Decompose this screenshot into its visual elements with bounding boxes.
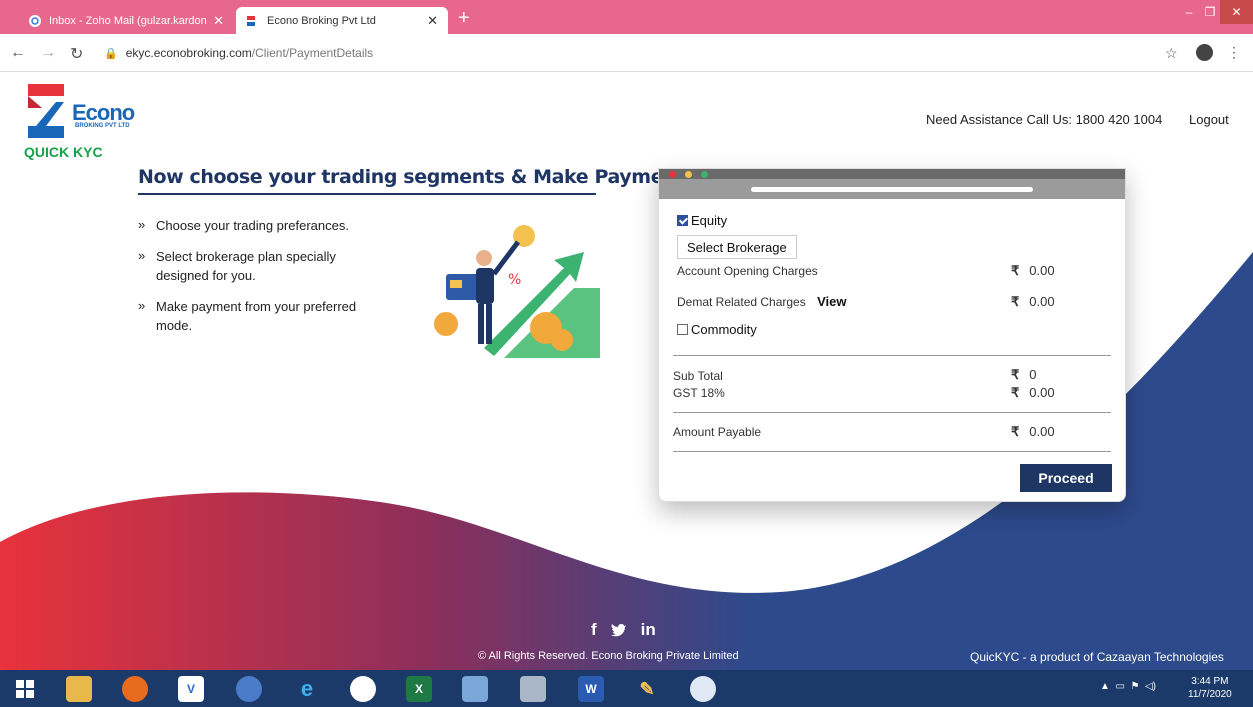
calculator-icon[interactable] (520, 676, 546, 702)
new-tab-button[interactable]: + (458, 8, 470, 28)
back-arrow-icon[interactable]: ← (10, 44, 26, 62)
equity-label: Equity (691, 213, 728, 228)
linkedin-icon[interactable]: in (641, 620, 656, 640)
list-item: » Select brokerage plan specially designe… (138, 248, 336, 283)
chrome-icon[interactable] (236, 676, 262, 702)
clock-date: 11/7/2020 (1188, 689, 1232, 700)
menu-kebab-icon[interactable]: ⋮ (1227, 44, 1241, 61)
assistance-phone: Need Assistance Call Us: 1800 420 1004 (926, 112, 1163, 127)
account-opening-label: Account Opening Charges (677, 264, 818, 278)
clock-time: 3:44 PM (1191, 676, 1229, 687)
maximize-icon[interactable]: ❐ (1200, 0, 1220, 24)
demat-value: ₹0.00 (1011, 294, 1055, 309)
internet-explorer-icon[interactable]: e (294, 676, 320, 702)
subtotal-value: ₹0 (1011, 367, 1037, 382)
reload-icon[interactable]: ↻ (70, 44, 83, 64)
select-brokerage-button[interactable]: Select Brokerage (677, 235, 797, 259)
amount-payable-label: Amount Payable (673, 425, 762, 439)
twitter-icon[interactable] (610, 622, 627, 638)
quick-kyc-label: QUICK KYC (24, 144, 103, 160)
card-window-bar (659, 169, 1125, 179)
amount-payable-value: ₹0.00 (1011, 424, 1055, 439)
snipping-tool-icon[interactable] (462, 676, 488, 702)
logout-link[interactable]: Logout (1189, 112, 1229, 127)
footer-copyright: © All Rights Reserved. Econo Broking Pri… (478, 650, 739, 662)
lock-icon: 🔒 (104, 47, 118, 60)
word-icon[interactable]: W (578, 676, 604, 702)
close-icon[interactable]: ✕ (427, 13, 438, 29)
browser-tab-bar: Inbox - Zoho Mail (gulzar.kardon ✕ Econo… (0, 0, 1253, 34)
econo-logo[interactable]: Econo BROKING PVT LTD QUICK KYC (24, 82, 135, 162)
facebook-icon[interactable]: f (591, 620, 597, 640)
file-explorer-icon[interactable] (66, 676, 92, 702)
vpn-client-icon[interactable] (690, 676, 716, 702)
tab-title: Inbox - Zoho Mail (gulzar.kardon (49, 14, 207, 27)
windows-start-icon[interactable] (16, 680, 34, 698)
url-path: /Client/PaymentDetails (251, 46, 374, 60)
zoho-mail-icon (29, 14, 41, 27)
equity-checkbox-row[interactable]: Equity (677, 213, 727, 228)
minimize-icon[interactable]: ‒ (1178, 0, 1200, 24)
excel-icon[interactable]: X (406, 676, 432, 702)
footer-brand: QuicKYC - a product of Cazaayan Technolo… (970, 650, 1224, 664)
gst-label: GST 18% (673, 386, 725, 400)
demat-label: Demat Related Charges (677, 295, 806, 309)
profile-avatar-icon[interactable] (1196, 44, 1213, 61)
divider (673, 355, 1111, 356)
title-underline (138, 193, 596, 195)
window-dot-green (701, 171, 708, 178)
logo-subtext: BROKING PVT LTD (75, 123, 130, 129)
url-field[interactable]: 🔒 ekyc.econobroking.com/Client/PaymentDe… (104, 42, 1214, 64)
window-close-icon[interactable]: ✕ (1220, 0, 1253, 24)
social-links: f in (591, 620, 656, 640)
tab-econo-broking[interactable]: Econo Broking Pvt Ltd ✕ (236, 7, 448, 34)
divider (673, 451, 1111, 452)
svg-text:%: % (508, 272, 521, 288)
address-bar: ← → ↻ 🔒 ekyc.econobroking.com/Client/Pay… (0, 34, 1253, 72)
url-host: ekyc.econobroking.com (125, 46, 252, 60)
gst-value: ₹0.00 (1011, 385, 1055, 400)
logo-mark-icon (28, 84, 64, 138)
payment-card: Equity Select Brokerage Account Opening … (658, 168, 1126, 502)
chevron-double-right-icon: » (138, 298, 146, 313)
zoho-mail-taskbar-icon[interactable] (350, 676, 376, 702)
paint-icon[interactable]: ✎ (634, 676, 660, 702)
demat-charges-row: Demat Related Charges View (677, 294, 846, 309)
commodity-checkbox-row[interactable]: Commodity (677, 322, 757, 337)
page-content: Econo BROKING PVT LTD QUICK KYC Need Ass… (0, 72, 1253, 670)
tab-zoho-mail[interactable]: Inbox - Zoho Mail (gulzar.kardon ✕ (18, 7, 234, 34)
windows-taskbar: V e X W ✎ ▲ ▭ ⚑ ◁) 3:44 PM 11/7/2020 (0, 670, 1253, 707)
account-opening-value: ₹0.00 (1011, 263, 1055, 278)
firefox-icon[interactable] (122, 676, 148, 702)
vnc-icon[interactable]: V (178, 676, 204, 702)
tab-title: Econo Broking Pvt Ltd (267, 14, 376, 27)
forward-arrow-icon[interactable]: → (40, 44, 56, 62)
investor-illustration: % (434, 225, 600, 358)
close-icon[interactable]: ✕ (213, 13, 224, 29)
divider (673, 412, 1111, 413)
window-dot-red (669, 171, 676, 178)
page-title: Now choose your trading segments & Make … (138, 166, 685, 188)
list-item: » Make payment from your preferred mode. (138, 298, 357, 333)
econo-favicon-icon (247, 15, 255, 26)
equity-checkbox[interactable] (677, 215, 688, 226)
proceed-button[interactable]: Proceed (1020, 464, 1112, 492)
taskbar-clock[interactable]: 3:44 PM 11/7/2020 (1188, 675, 1232, 701)
chevron-double-right-icon: » (138, 248, 146, 263)
system-tray[interactable]: ▲ ▭ ⚑ ◁) (1100, 681, 1156, 692)
bookmark-star-icon[interactable]: ☆ (1165, 45, 1178, 62)
list-item: » Choose your trading preferances. (138, 217, 349, 233)
steps-list: » Choose your trading preferances. » Selec… (138, 216, 388, 347)
subtotal-label: Sub Total (673, 369, 723, 383)
commodity-checkbox[interactable] (677, 324, 688, 335)
demat-view-link[interactable]: View (817, 294, 846, 309)
chevron-double-right-icon: » (138, 217, 146, 232)
commodity-label: Commodity (691, 322, 757, 337)
window-dot-yellow (685, 171, 692, 178)
card-address-bar (659, 179, 1125, 199)
